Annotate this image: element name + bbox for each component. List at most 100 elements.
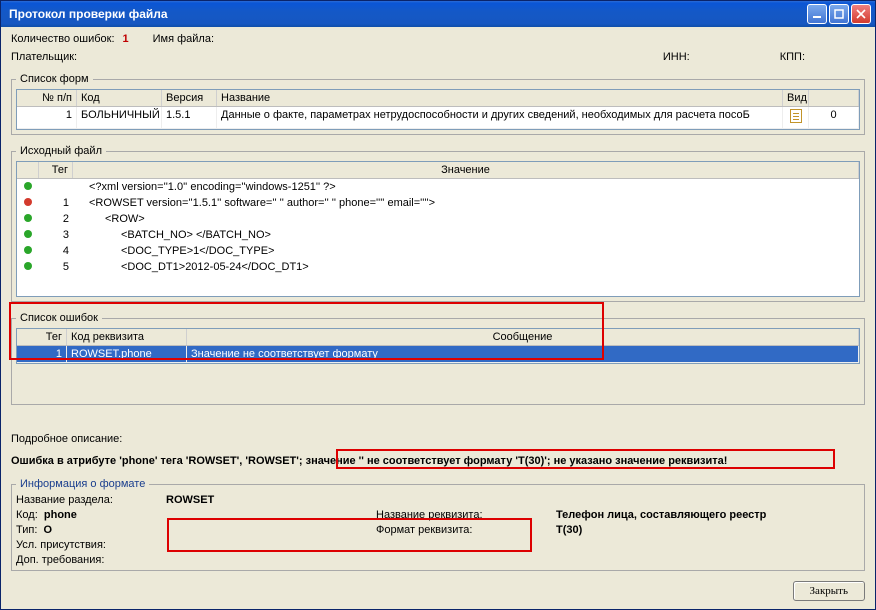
payer-label: Плательщик:	[11, 51, 77, 63]
source-cell-num: 5	[39, 260, 73, 274]
forms-grid[interactable]: № п/п Код Версия Название Вид 1 БОЛЬНИЧН…	[16, 89, 860, 130]
errors-cell-req: ROWSET.phone	[67, 346, 187, 362]
forms-cell-version: 1.5.1	[162, 107, 217, 128]
source-cell-text: <?xml version=''1.0'' encoding=''windows…	[73, 180, 859, 194]
close-button[interactable]	[851, 4, 871, 24]
source-cell-num: 1	[39, 196, 73, 210]
req-fmt-label: Формат реквизита:	[376, 524, 556, 536]
status-dot-cell	[17, 180, 39, 194]
forms-legend: Список форм	[16, 73, 93, 85]
source-row[interactable]: 4<DOC_TYPE>1</DOC_TYPE>	[17, 243, 859, 259]
forms-grid-header: № п/п Код Версия Название Вид	[17, 90, 859, 107]
source-cell-text: <ROWSET version=''1.5.1'' software='' ''…	[73, 196, 859, 210]
status-dot-cell	[17, 260, 39, 274]
forms-col-cnt[interactable]	[809, 90, 859, 106]
errors-cell-msg: Значение не соответствует формату	[187, 346, 859, 362]
source-row[interactable]: 5<DOC_DT1>2012-05-24</DOC_DT1>	[17, 259, 859, 275]
type-label: Тип: O	[16, 524, 166, 536]
forms-col-vid[interactable]: Вид	[783, 90, 809, 106]
source-cell-num: 2	[39, 212, 73, 226]
forms-row[interactable]: 1 БОЛЬНИЧНЫЙ 1.5.1 Данные о факте, парам…	[17, 107, 859, 129]
detail-text-row: Ошибка в атрибуте 'phone' тега 'ROWSET',…	[11, 453, 865, 469]
source-cell-text: <BATCH_NO> </BATCH_NO>	[73, 228, 859, 242]
summary-row-2: Плательщик: ИНН: КПП:	[11, 51, 865, 63]
source-cell-num: 4	[39, 244, 73, 258]
code-label: Код: phone	[16, 509, 166, 521]
errors-row[interactable]: 1 ROWSET.phone Значение не соответствует…	[17, 346, 859, 363]
source-grid-header: Тег Значение	[17, 162, 859, 179]
source-cell-num: 3	[39, 228, 73, 242]
errors-fieldset: Список ошибок Тег Код реквизита Сообщени…	[11, 312, 865, 405]
detail-prefix: Ошибка в атрибуте 'phone' тега 'ROWSET',…	[11, 455, 306, 467]
source-row[interactable]: 1<ROWSET version=''1.5.1'' software='' '…	[17, 195, 859, 211]
errors-grid[interactable]: Тег Код реквизита Сообщение 1 ROWSET.pho…	[16, 328, 860, 364]
forms-cell-cnt: 0	[809, 107, 859, 128]
source-row[interactable]: 2<ROW>	[17, 211, 859, 227]
source-col-tag[interactable]: Тег	[39, 162, 73, 178]
section-value: ROWSET	[166, 494, 860, 506]
format-info-legend: Информация о формате	[16, 478, 149, 490]
ok-dot-icon	[24, 230, 32, 238]
source-cell-num	[39, 180, 73, 194]
maximize-button[interactable]	[829, 4, 849, 24]
source-cell-text: <DOC_TYPE>1</DOC_TYPE>	[73, 244, 859, 258]
source-grid[interactable]: Тег Значение <?xml version=''1.0'' encod…	[16, 161, 860, 297]
errors-col-req[interactable]: Код реквизита	[67, 329, 187, 345]
source-fieldset: Исходный файл Тег Значение <?xml version…	[11, 145, 865, 302]
detail-label: Подробное описание:	[11, 431, 865, 447]
source-row[interactable]: 3<BATCH_NO> </BATCH_NO>	[17, 227, 859, 243]
status-dot-cell	[17, 228, 39, 242]
titlebar: Протокол проверки файла	[1, 1, 875, 27]
errors-legend: Список ошибок	[16, 312, 102, 324]
format-info-fieldset: Информация о формате Название раздела: R…	[11, 478, 865, 571]
section-label: Название раздела:	[16, 494, 166, 506]
req-name-label: Название реквизита:	[376, 509, 556, 521]
req-name-value: Телефон лица, составляющего реестр	[556, 509, 860, 521]
errors-col-tag[interactable]: Тег	[17, 329, 67, 345]
window-title: Протокол проверки файла	[9, 7, 807, 21]
document-icon	[790, 109, 802, 123]
forms-col-code[interactable]: Код	[77, 90, 162, 106]
ok-dot-icon	[24, 214, 32, 222]
source-col-status	[17, 162, 39, 178]
window-buttons	[807, 4, 871, 24]
forms-cell-vid	[783, 107, 809, 128]
forms-col-num[interactable]: № п/п	[17, 90, 77, 106]
errors-cell-tag: 1	[17, 346, 67, 362]
errors-box: Список ошибок Тег Код реквизита Сообщени…	[11, 308, 865, 411]
status-dot-cell	[17, 196, 39, 210]
file-name-label: Имя файла:	[153, 33, 214, 45]
source-row[interactable]: <?xml version=''1.0'' encoding=''windows…	[17, 179, 859, 195]
ok-dot-icon	[24, 262, 32, 270]
errors-grid-header: Тег Код реквизита Сообщение	[17, 329, 859, 346]
status-dot-cell	[17, 212, 39, 226]
status-dot-cell	[17, 244, 39, 258]
error-count-label: Количество ошибок:	[11, 33, 115, 45]
content-area: Количество ошибок: 1 Имя файла: Плательщ…	[1, 27, 875, 609]
close-dialog-button[interactable]: Закрыть	[793, 581, 865, 601]
minimize-button[interactable]	[807, 4, 827, 24]
extra-label: Доп. требования:	[16, 554, 860, 566]
error-dot-icon	[24, 198, 32, 206]
source-col-value[interactable]: Значение	[73, 162, 859, 178]
source-cell-text: <DOC_DT1>2012-05-24</DOC_DT1>	[73, 260, 859, 274]
detail-highlight: значение '' не соответствует формату 'T(…	[306, 455, 728, 467]
forms-cell-num: 1	[17, 107, 77, 128]
forms-cell-name: Данные о факте, параметрах нетрудоспособ…	[217, 107, 783, 128]
presence-label: Усл. присутствия:	[16, 539, 860, 551]
forms-fieldset: Список форм № п/п Код Версия Название Ви…	[11, 73, 865, 135]
forms-cell-code: БОЛЬНИЧНЫЙ	[77, 107, 162, 128]
source-cell-text: <ROW>	[73, 212, 859, 226]
ok-dot-icon	[24, 246, 32, 254]
forms-col-name[interactable]: Название	[217, 90, 783, 106]
forms-col-version[interactable]: Версия	[162, 90, 217, 106]
error-count-value: 1	[123, 33, 129, 45]
source-legend: Исходный файл	[16, 145, 106, 157]
ok-dot-icon	[24, 182, 32, 190]
summary-row-1: Количество ошибок: 1 Имя файла:	[11, 33, 865, 45]
main-window: Протокол проверки файла Количество ошибо…	[0, 0, 876, 610]
kpp-label: КПП:	[780, 51, 805, 63]
footer: Закрыть	[11, 577, 865, 601]
inn-label: ИНН:	[663, 51, 690, 63]
errors-col-msg[interactable]: Сообщение	[187, 329, 859, 345]
